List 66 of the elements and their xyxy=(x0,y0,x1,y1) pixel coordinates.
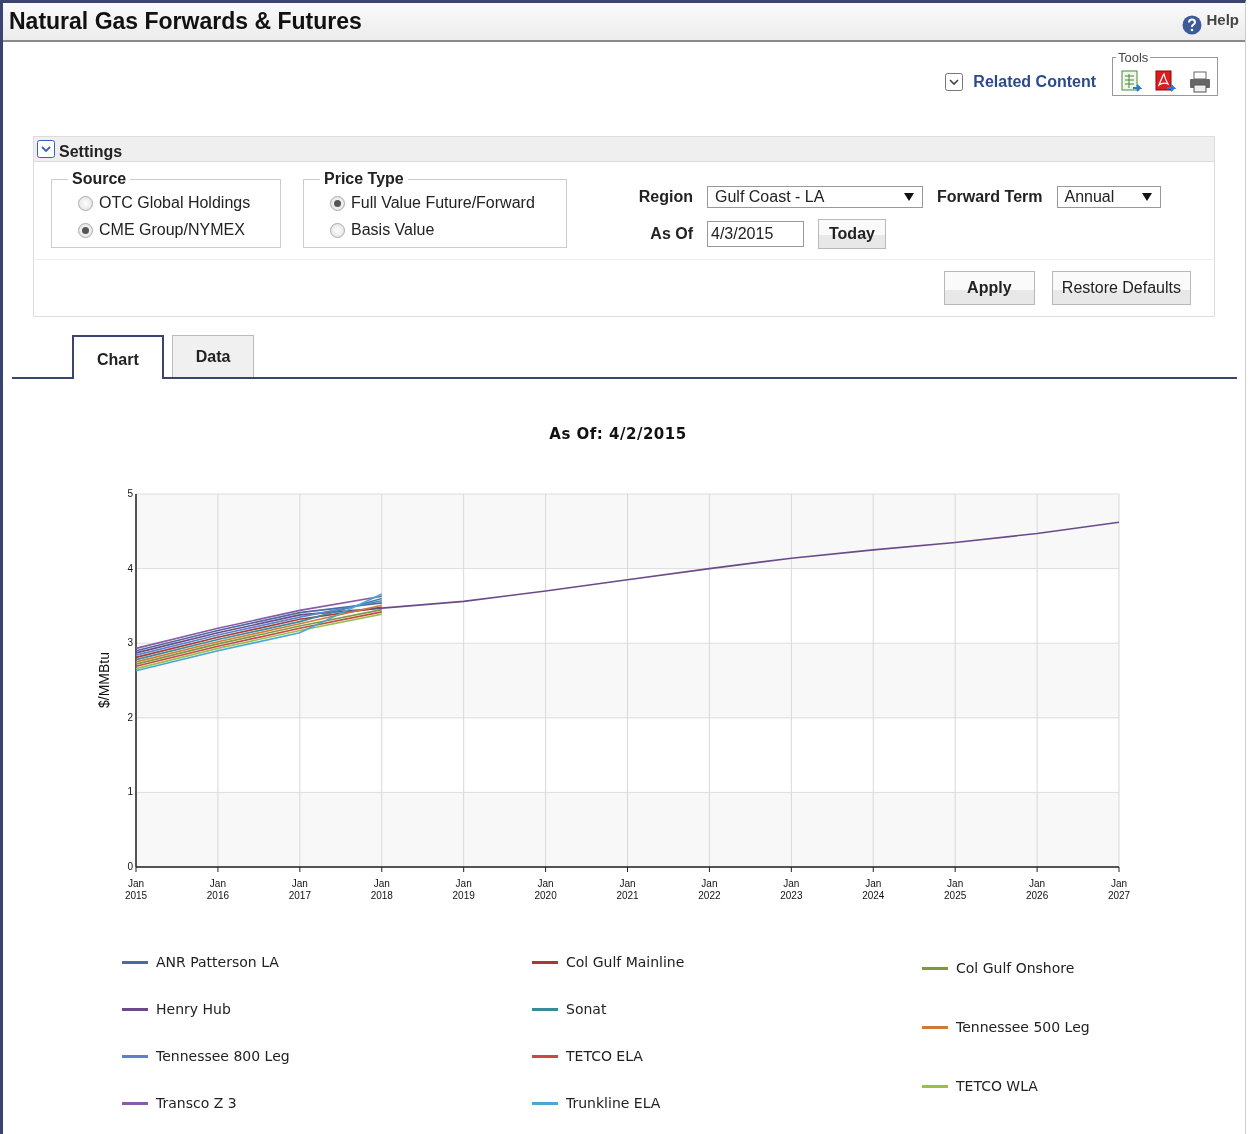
x-tick-label: Jan 2015 xyxy=(124,878,148,901)
x-tick-label: Jan 2022 xyxy=(698,878,721,901)
radio-button[interactable] xyxy=(330,195,345,211)
x-tick-label: Jan 2020 xyxy=(534,878,557,901)
legend-label: Col Gulf Onshore xyxy=(956,960,1075,976)
legend-label: TETCO WLA xyxy=(956,1078,1038,1094)
chart-title: As Of: 4/2/2015 xyxy=(549,425,687,443)
today-button[interactable]: Today xyxy=(818,219,886,249)
settings-title: Settings xyxy=(59,143,123,161)
option-label: Basis Value xyxy=(351,221,435,239)
caret-icon xyxy=(904,193,914,201)
legend-label: Henry Hub xyxy=(156,1001,231,1017)
group-label: Price Type xyxy=(323,170,405,188)
region-select[interactable]: Gulf Coast - LA xyxy=(707,186,923,208)
y-tick-label: 4 xyxy=(127,562,133,574)
axis-title: $/MMBtu xyxy=(96,652,112,708)
legend-label: TETCO ELA xyxy=(566,1048,643,1064)
option-label: OTC Global Holdings xyxy=(99,194,251,212)
tools-label: Tools xyxy=(1117,50,1150,65)
radio-button[interactable] xyxy=(78,222,93,238)
legend-label: Trunkline ELA xyxy=(566,1095,661,1111)
apply-button[interactable]: Apply xyxy=(943,271,1035,305)
x-tick-label: Jan 2018 xyxy=(370,878,393,901)
radio-button[interactable] xyxy=(330,222,345,238)
group-label: Source xyxy=(71,170,128,188)
field-label: Forward Term xyxy=(937,188,1043,206)
tab[interactable]: Chart xyxy=(72,335,164,379)
x-tick-label: Jan 2024 xyxy=(862,878,885,901)
y-tick-label: 3 xyxy=(127,637,133,649)
x-tick-label: Jan 2016 xyxy=(206,878,230,901)
radio-option[interactable]: OTC Global Holdings xyxy=(78,194,260,212)
date-field[interactable]: 4/3/2015 xyxy=(707,221,804,247)
y-tick-label: 1 xyxy=(127,786,133,798)
field-label: As Of xyxy=(649,225,693,243)
option-label: CME Group/NYMEX xyxy=(99,221,245,239)
printer-icon[interactable] xyxy=(1187,69,1213,95)
restore-defaults-button[interactable]: Restore Defaults xyxy=(1051,271,1191,305)
field-label: Region xyxy=(637,188,693,206)
tab[interactable]: Data xyxy=(171,335,255,377)
chevron-down-icon xyxy=(945,73,964,91)
y-tick-label: 5 xyxy=(127,488,133,499)
caret-icon xyxy=(1141,193,1152,201)
help-link[interactable]: Help xyxy=(1182,3,1239,35)
chevron-down-icon[interactable] xyxy=(37,140,55,158)
forward-term-select[interactable]: Annual xyxy=(1056,186,1161,208)
related-content-button[interactable]: Related Content xyxy=(945,73,1096,91)
y-tick-label: 2 xyxy=(127,711,133,723)
x-tick-label: Jan 2021 xyxy=(616,878,639,901)
y-tick-label: 0 xyxy=(127,861,133,872)
legend-label: ANR Patterson LA xyxy=(156,954,279,970)
radio-option[interactable]: Basis Value xyxy=(330,221,546,239)
radio-option[interactable]: CME Group/NYMEX xyxy=(78,221,260,239)
legend-label: Tennessee 500 Leg xyxy=(956,1019,1090,1035)
x-tick-label: Jan 2017 xyxy=(288,878,311,901)
radio-button[interactable] xyxy=(78,195,93,211)
legend-label: Col Gulf Mainline xyxy=(566,954,685,970)
x-tick-label: Jan 2019 xyxy=(452,878,475,901)
x-tick-label: Jan 2025 xyxy=(944,878,967,901)
legend-label: Transco Z 3 xyxy=(156,1095,237,1111)
x-tick-label: Jan 2023 xyxy=(780,878,803,901)
x-tick-label: Jan 2026 xyxy=(1025,878,1049,901)
page-title: Natural Gas Forwards & Futures xyxy=(9,8,362,35)
legend-label: Sonat xyxy=(566,1001,607,1017)
legend-label: Tennessee 800 Leg xyxy=(156,1048,290,1064)
help-icon xyxy=(1182,15,1203,35)
x-tick-label: Jan 2027 xyxy=(1107,878,1131,901)
